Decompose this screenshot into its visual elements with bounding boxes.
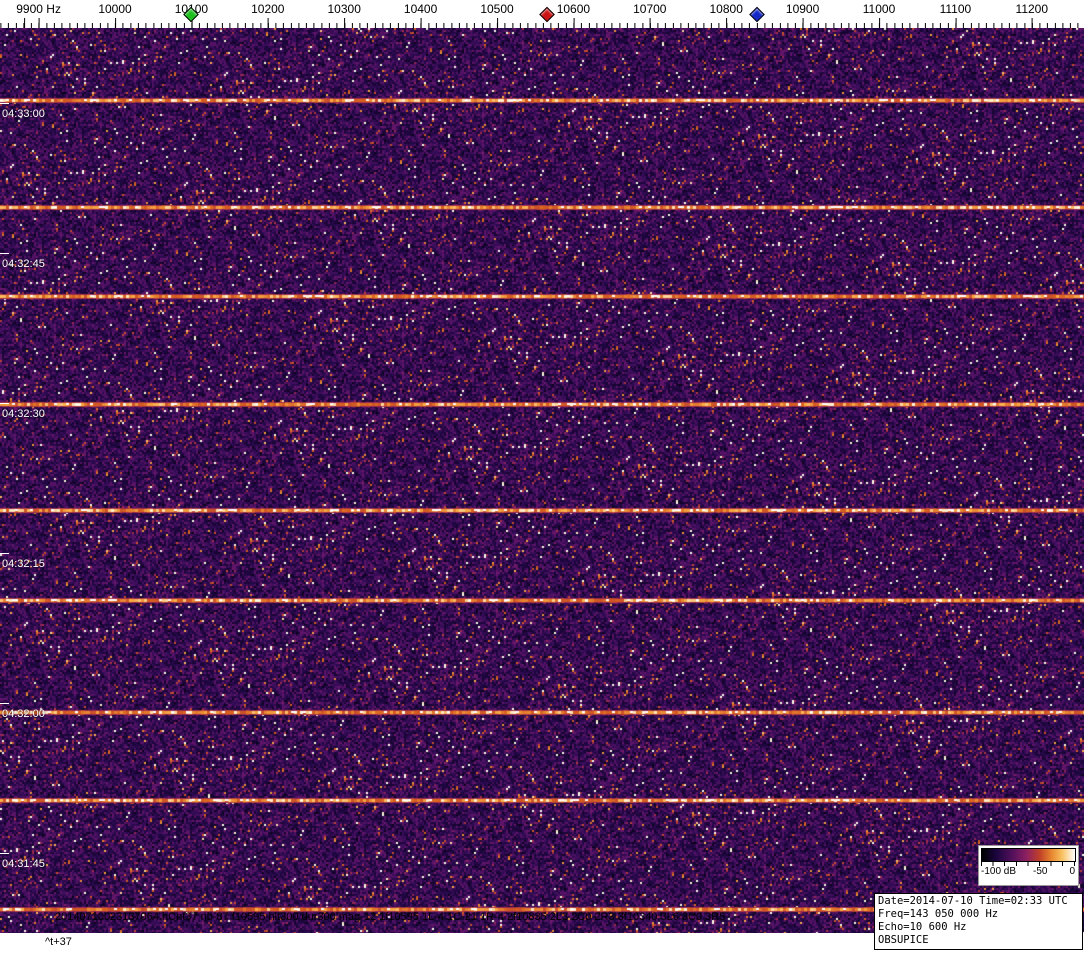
color-scale-gradient <box>981 848 1076 862</box>
major-ticks <box>0 18 1084 28</box>
freq-tick-label: 10400 <box>403 2 438 16</box>
time-tick <box>0 103 9 104</box>
freq-tick-label: 9900 Hz <box>16 2 61 16</box>
time-label: 04:32:00 <box>2 708 45 720</box>
db-color-legend: -100 dB -50 0 <box>978 845 1079 886</box>
time-tick <box>0 403 9 404</box>
time-label: 04:31:45 <box>2 858 45 870</box>
spectrogram-app: 9900 Hz100001010010200103001040010500106… <box>0 0 1084 953</box>
freq-tick-label: 10300 <box>327 2 361 16</box>
info-date-time: Date=2014-07-10 Time=02:33 UTC <box>878 895 1068 907</box>
time-label: 04:32:45 <box>2 258 45 270</box>
time-label: 04:33:00 <box>2 108 45 120</box>
freq-tick-label: 11200 <box>1015 2 1049 16</box>
legend-mid-label: -50 <box>1033 866 1048 877</box>
freq-tick-label: 11100 <box>939 2 972 16</box>
freq-tick-label: 10500 <box>480 2 514 16</box>
info-frequency: Freq=143 050 000 Hz <box>878 908 999 920</box>
frequency-axis: 9900 Hz100001010010200103001040010500106… <box>0 0 1084 28</box>
freq-tick-label: 10900 <box>785 2 820 16</box>
time-tick <box>0 253 9 254</box>
freq-tick-label: 10000 <box>98 2 132 16</box>
spectrogram <box>0 28 1084 933</box>
freq-tick-label: 10600 <box>556 2 591 16</box>
legend-max-label: 0 <box>1069 866 1075 877</box>
freq-tick-label: 10200 <box>251 2 285 16</box>
legend-min-label: -100 dB <box>981 866 1017 877</box>
freq-tick-label: 10700 <box>633 2 667 16</box>
time-label: 04:32:15 <box>2 558 45 570</box>
time-label: 04:32:30 <box>2 408 45 420</box>
info-echo-frequency: Echo=10 600 Hz <box>878 921 967 933</box>
detection-stats-line: 20140710023137064 hCnt37 nb-87 f10595 hi… <box>55 911 726 923</box>
observation-info-box: Date=2014-07-10 Time=02:33 UTC Freq=143 … <box>874 893 1083 950</box>
time-tick <box>0 853 9 854</box>
freq-tick-label: 10800 <box>709 2 743 16</box>
info-observatory: OBSUPICE <box>878 934 929 946</box>
time-tick <box>0 553 9 554</box>
spectrogram-canvas <box>0 28 1084 933</box>
color-scale-labels: -100 dB -50 0 <box>981 866 1076 879</box>
time-tick <box>0 703 9 704</box>
time-offset-label: ^t+37 <box>45 936 72 948</box>
freq-tick-label: 11000 <box>862 2 896 16</box>
